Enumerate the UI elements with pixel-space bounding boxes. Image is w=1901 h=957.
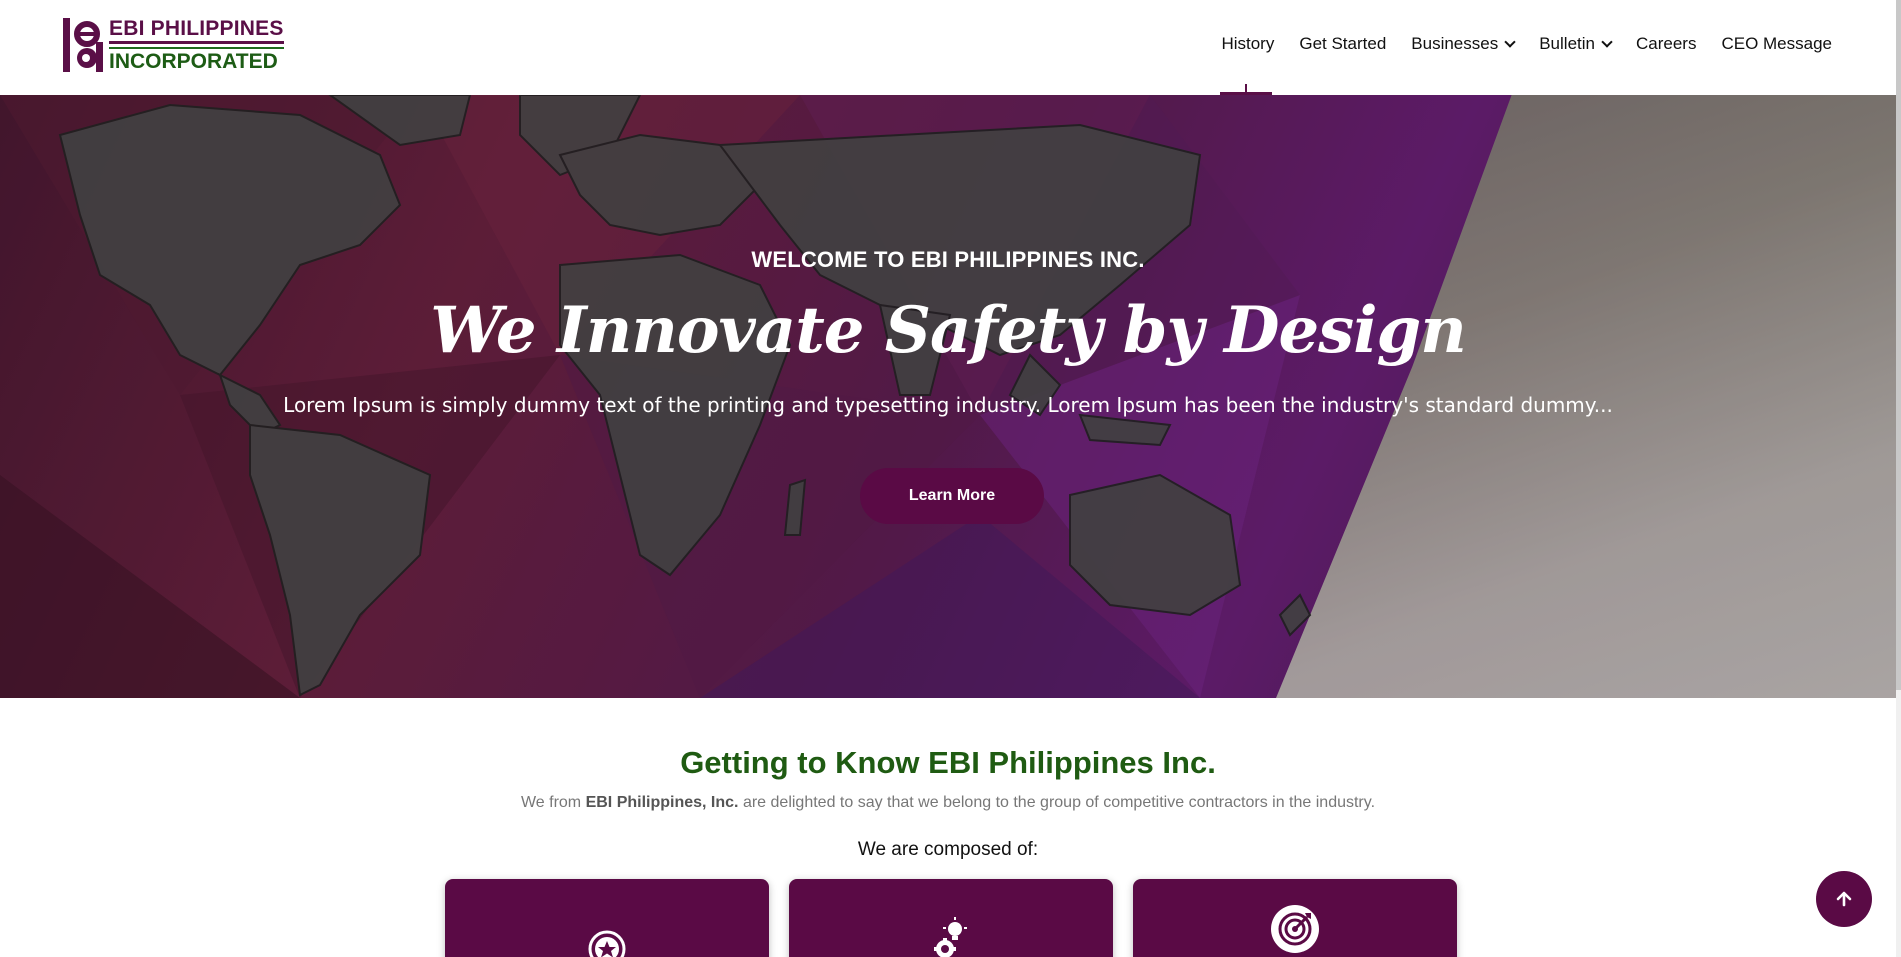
nav-get-started[interactable]: Get Started: [1299, 34, 1386, 54]
bulb-gear-icon: [934, 917, 967, 957]
logo-text-line1: EBI PHILIPPINES: [109, 17, 284, 40]
target-icon: [1271, 905, 1319, 953]
about-desc-prefix: We from: [520, 794, 586, 811]
chevron-down-icon: [1504, 36, 1516, 48]
hero-title: We Innovate Safety by Design: [430, 293, 1467, 368]
hero-subtitle: Lorem Ipsum is simply dummy text of the …: [283, 393, 1613, 417]
hero-kicker: WELCOME TO EBI PHILIPPINES INC.: [751, 247, 1145, 272]
hero-content: WELCOME TO EBI PHILIPPINES INC. We Innov…: [0, 95, 1896, 698]
logo-rule: [109, 41, 284, 44]
main-nav: History Get Started Businesses Bulletin …: [1196, 34, 1832, 54]
nav-history[interactable]: History: [1221, 34, 1274, 54]
nav-ceo-message-label: CEO Message: [1721, 34, 1832, 53]
nav-careers-label: Careers: [1635, 34, 1697, 53]
scroll-to-top-button[interactable]: [1816, 871, 1872, 927]
nav-get-started-label: Get Started: [1299, 34, 1387, 53]
nav-bulletin-label: Bulletin: [1539, 34, 1595, 53]
logo-rule-green: [109, 47, 284, 49]
nav-history-label: History: [1221, 34, 1275, 53]
composed-of-label: We are composed of:: [857, 839, 1039, 860]
about-desc-company: EBI Philippines, Inc.: [585, 794, 739, 811]
page-scrollbar[interactable]: [1896, 0, 1901, 957]
logo-text-line2: INCORPORATED: [109, 50, 278, 73]
star-badge-icon: [588, 930, 626, 957]
composition-card[interactable]: [789, 879, 1113, 957]
chevron-down-icon: [1601, 36, 1613, 48]
scrollbar-thumb[interactable]: [1896, 0, 1901, 690]
nav-businesses[interactable]: Businesses: [1411, 34, 1516, 54]
about-section-title: Getting to Know EBI Philippines Inc.: [680, 745, 1216, 780]
hero-banner: WELCOME TO EBI PHILIPPINES INC. We Innov…: [0, 95, 1896, 698]
nav-active-tick: [1245, 84, 1247, 95]
about-desc-suffix: are delighted to say that we belong to t…: [738, 794, 1376, 811]
composition-cards: [445, 879, 1457, 957]
composition-card[interactable]: [1133, 879, 1457, 957]
learn-more-button[interactable]: Learn More: [860, 468, 1044, 524]
nav-careers[interactable]: Careers: [1636, 34, 1696, 54]
nav-bulletin[interactable]: Bulletin: [1539, 34, 1613, 54]
ebi-logo-mark-icon: [63, 18, 103, 72]
company-logo[interactable]: EBI PHILIPPINES INCORPORATED: [63, 18, 284, 72]
arrow-up-icon: [1836, 891, 1852, 907]
site-header: EBI PHILIPPINES INCORPORATED History Get…: [0, 0, 1896, 95]
composition-card[interactable]: [445, 879, 769, 957]
nav-ceo-message[interactable]: CEO Message: [1721, 34, 1832, 54]
about-description: We from EBI Philippines, Inc. are deligh…: [0, 794, 1896, 812]
nav-businesses-label: Businesses: [1411, 34, 1499, 53]
